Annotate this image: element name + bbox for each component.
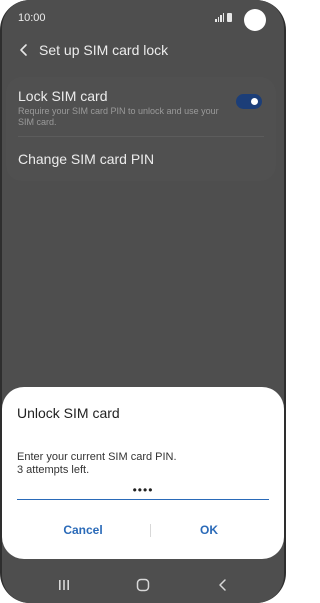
navigation-bar [2,566,284,603]
toggle-knob [249,96,260,107]
lock-sim-title: Lock SIM card [18,88,108,104]
dialog-message-line2: 3 attempts left. [17,464,90,476]
status-icons [215,12,232,22]
pin-input[interactable] [17,481,269,500]
camera-cutout [244,9,266,31]
lock-sim-row[interactable]: Lock SIM card Require your SIM card PIN … [18,88,264,128]
page-title: Set up SIM card lock [39,42,169,58]
recent-apps-icon[interactable] [44,566,84,603]
settings-card: Lock SIM card Require your SIM card PIN … [6,77,276,181]
lock-sim-description: Require your SIM card PIN to unlock and … [18,106,219,127]
cancel-button[interactable]: Cancel [23,515,143,545]
app-bar: Set up SIM card lock [2,36,284,64]
battery-icon [227,13,232,22]
dialog-title: Unlock SIM card [17,405,120,421]
lock-sim-toggle[interactable] [236,94,262,109]
dialog-message-line1: Enter your current SIM card PIN. [17,451,177,463]
status-time: 10:00 [18,12,46,24]
back-arrow-icon[interactable] [16,42,32,58]
home-icon[interactable] [123,566,163,603]
signal-icon [215,13,224,22]
dialog-message: Enter your current SIM card PIN. 3 attem… [17,451,177,477]
unlock-sim-dialog: Unlock SIM card Enter your current SIM c… [2,387,284,559]
change-pin-row[interactable]: Change SIM card PIN [18,151,264,167]
status-bar: 10:00 [2,0,284,36]
back-icon[interactable] [203,566,243,603]
divider [18,136,264,137]
ok-button[interactable]: OK [149,515,269,545]
change-pin-title: Change SIM card PIN [18,151,155,167]
